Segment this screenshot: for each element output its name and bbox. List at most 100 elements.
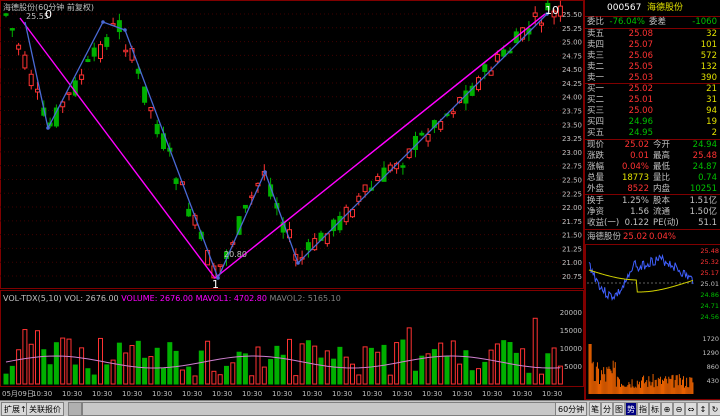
horizontal-scrollbar[interactable]: [82, 402, 582, 416]
volume-bar: [60, 337, 66, 385]
bid-row: 买四 24.96 19: [587, 117, 717, 127]
volume-bar: [551, 347, 557, 385]
trend-vertex: [101, 20, 105, 24]
time-axis-label: 10:30: [482, 390, 502, 398]
volume-bar: [242, 353, 248, 385]
volume-bar: [3, 373, 9, 385]
volume-bar: [198, 350, 204, 385]
volume-bar: [72, 364, 78, 385]
time-axis-label: 10:30: [422, 390, 442, 398]
volume-bar: [192, 375, 198, 385]
mini-vol-axis-label: 860: [707, 363, 719, 371]
toolbar-button[interactable]: 标: [649, 402, 661, 416]
candle-body: [22, 54, 28, 69]
volume-bar: [22, 329, 28, 385]
candle-body: [186, 208, 192, 217]
volume-bar: [104, 364, 110, 385]
stock-code: 000567: [607, 3, 642, 13]
time-axis-label: 10:30: [62, 390, 82, 398]
period-tab-60min[interactable]: 60分钟: [555, 402, 588, 416]
volume-bar: [205, 340, 211, 385]
wave-line-upper: [364, 13, 546, 159]
volume-bar: [425, 353, 431, 385]
time-axis-label: 10:30: [392, 390, 412, 398]
price-axis-label: 22.25: [562, 190, 582, 198]
time-axis-label: 10:30: [242, 390, 262, 398]
price-axis-label: 23.00: [562, 149, 582, 157]
candle-body: [438, 121, 444, 130]
time-axis-label: 10:30: [362, 390, 382, 398]
candle-body: [104, 37, 110, 47]
time-axis-label: 10:30: [542, 390, 562, 398]
mini-axis-label: 25.32: [700, 258, 719, 266]
time-axis-label: 10:30: [152, 390, 172, 398]
price-axis-label: 22.50: [562, 176, 582, 184]
mini-intraday-chart[interactable]: 25.48 25.32 25.17 25.01 24.86 24.71 24.56 1720 1…: [585, 244, 720, 400]
time-axis-label: 10:30: [122, 390, 142, 398]
candle-body: [16, 44, 22, 50]
volume-axis-label: 20000: [560, 309, 582, 317]
price-axis-label: 20.75: [562, 273, 582, 281]
mini-axis-label: 25.48: [700, 247, 719, 255]
candle-body: [154, 123, 160, 135]
volume-bar: [53, 342, 59, 385]
volume-bar: [41, 349, 47, 385]
toolbar-button[interactable]: ↻: [709, 402, 720, 416]
toolbar-button[interactable]: ⊖: [673, 402, 685, 416]
volume-axis-label: 10000: [560, 345, 582, 353]
ask-row: 卖二 25.05 132: [587, 62, 717, 72]
stock-header: 000567 海德股份: [585, 3, 720, 15]
volume-bar: [179, 369, 185, 385]
volume-mavol2: MAVOL2: 5165.10: [269, 294, 341, 303]
candle-body: [142, 86, 148, 103]
volume-bar: [513, 352, 519, 385]
volume-bar: [356, 374, 362, 385]
related-quotes-tab[interactable]: 关联报价: [26, 402, 64, 416]
bid-row: 买二 25.01 31: [587, 95, 717, 105]
mini-price: 25.02: [623, 232, 648, 242]
candle-body: [400, 165, 406, 168]
time-axis-label: 10:30: [92, 390, 112, 398]
volume-vol: VOL: 2676.00: [64, 294, 119, 303]
volume-bar: [154, 347, 160, 385]
bottom-toolbar: 扩展↑ 关联报价 60分钟 笔分图势指标 ⊕ ⊖ ⇔ ↕ ↻: [0, 400, 720, 416]
wave-label-0: 0: [45, 8, 52, 21]
kline-chart[interactable]: 25.50 25.25 25.00 24.75 24.50 24.25 24.00 23.75…: [0, 0, 584, 400]
volume-bar: [488, 349, 494, 385]
quote-stat-row: 涨跌 0.01 最高 25.48: [587, 151, 717, 161]
quote-panel: 000567 海德股份 委比 -76.04% 委差 -1060 卖五 25.08 3…: [584, 0, 720, 400]
volume-bar: [129, 344, 135, 385]
mini-pct: 0.04%: [649, 232, 677, 242]
toolbar-button[interactable]: ⇔: [685, 402, 697, 416]
candle-body: [425, 133, 431, 142]
volume-indicator-name[interactable]: VOL-TDX(5,10): [3, 294, 62, 303]
toolbar-button[interactable]: ↕: [697, 402, 709, 416]
volume-bar: [85, 368, 91, 385]
quote-stat-row: 现价 25.02 今开 24.94: [587, 140, 717, 150]
volume-bar: [463, 350, 469, 385]
toolbar-button[interactable]: 图: [613, 402, 625, 416]
toolbar-button[interactable]: 指: [637, 402, 649, 416]
trend-vertex: [123, 28, 127, 32]
time-axis-label: 10:30: [302, 390, 322, 398]
kline-chart-area[interactable]: 25.50 25.25 25.00 24.75 24.50 24.25 24.00 23.75…: [0, 0, 584, 400]
volume-bar: [280, 354, 286, 385]
volume-bar: [91, 374, 97, 385]
time-axis-label: 10:30: [332, 390, 352, 398]
volume-bar: [268, 359, 274, 385]
price-axis-label: 23.75: [562, 108, 582, 116]
candle-body: [66, 92, 72, 95]
toolbar-button[interactable]: 势: [625, 402, 637, 416]
bid-row: 买五 24.95 2: [587, 128, 717, 138]
toolbar-button[interactable]: 分: [601, 402, 613, 416]
volume-bar: [469, 370, 475, 385]
scroll-left-button[interactable]: [68, 402, 82, 416]
toolbar-button[interactable]: 笔: [589, 402, 601, 416]
time-axis-label: 10:30: [272, 390, 292, 398]
volume-bar: [66, 338, 72, 385]
price-axis-label: 23.25: [562, 135, 582, 143]
candle-body: [450, 111, 456, 115]
candle-body: [35, 88, 40, 93]
toolbar-button[interactable]: ⊕: [661, 402, 673, 416]
volume-bar: [457, 363, 463, 385]
